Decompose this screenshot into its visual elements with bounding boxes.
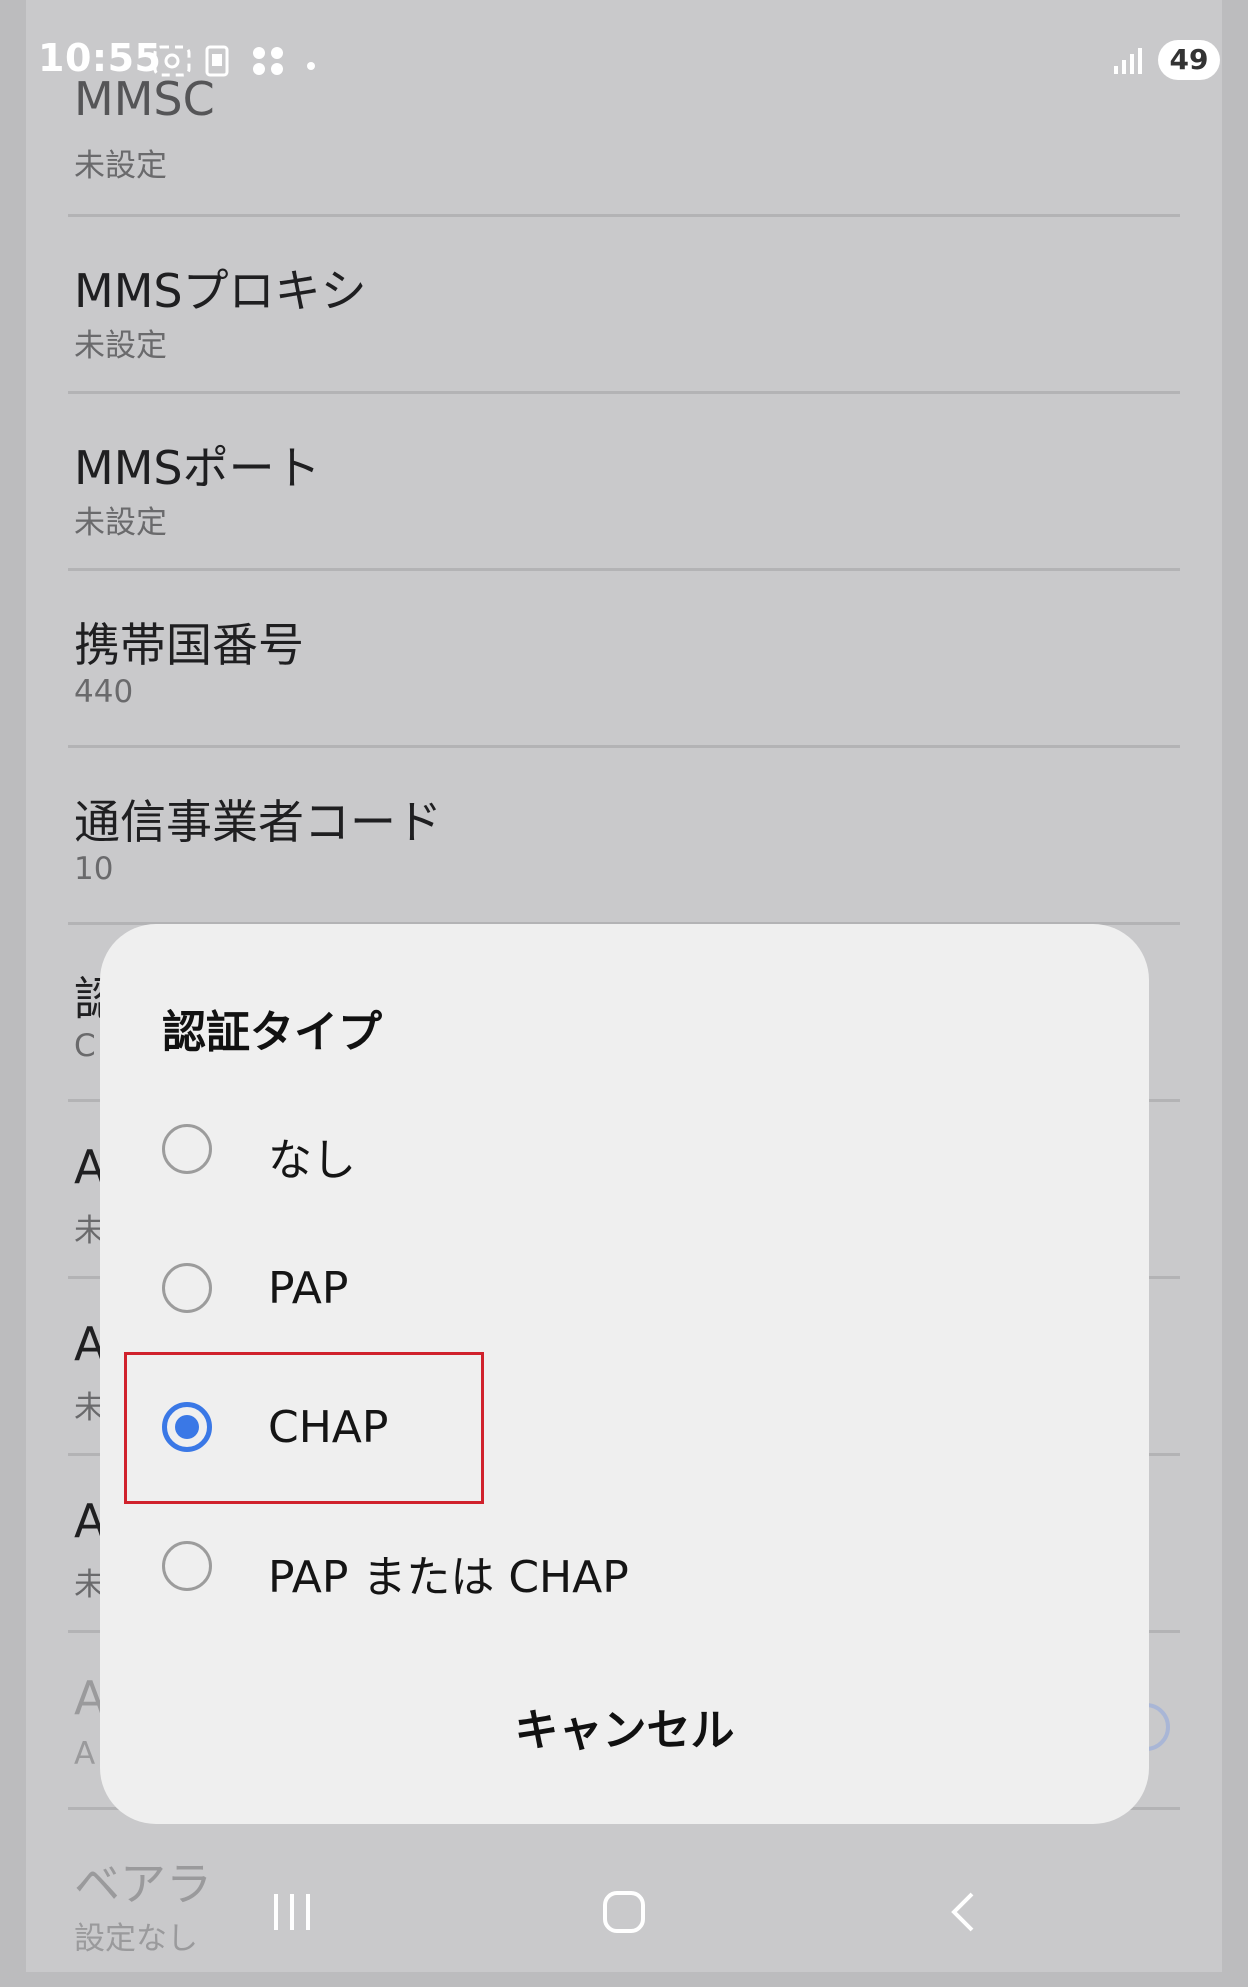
- option-pap[interactable]: PAP: [100, 1227, 1149, 1347]
- back-icon[interactable]: [940, 1888, 988, 1940]
- list-item[interactable]: 通信事業者コード 10: [68, 748, 1180, 925]
- radio-button[interactable]: [162, 1541, 212, 1591]
- list-item-value: 未設定: [74, 148, 167, 184]
- option-pap-or-chap[interactable]: PAP または CHAP: [100, 1505, 1149, 1625]
- list-item-value: A: [74, 1736, 96, 1772]
- home-icon[interactable]: [600, 1888, 648, 1940]
- list-item-title: 携帯国番号: [74, 618, 304, 672]
- option-label: PAP: [268, 1263, 349, 1314]
- list-item[interactable]: MMSC 未設定: [68, 40, 1180, 217]
- list-item-value: 未設定: [74, 328, 167, 364]
- dialog-title: 認証タイプ: [162, 1007, 382, 1058]
- option-label: PAP または CHAP: [268, 1552, 629, 1603]
- list-item-title: 通信事業者コード: [74, 795, 442, 849]
- highlight-box: [124, 1352, 484, 1504]
- recent-apps-icon[interactable]: [268, 1888, 316, 1940]
- list-item-title: MMSC: [74, 72, 215, 126]
- list-item-value: 440: [74, 674, 134, 710]
- list-item[interactable]: MMSプロキシ 未設定: [68, 217, 1180, 394]
- list-item-value: C: [74, 1028, 96, 1064]
- navigation-bar: [0, 1880, 1248, 1950]
- option-label: なし: [268, 1135, 356, 1186]
- list-item-value: 10: [74, 851, 114, 887]
- list-item-value: 未設定: [74, 505, 167, 541]
- option-none[interactable]: なし: [100, 1088, 1149, 1208]
- list-item[interactable]: MMSポート 未設定: [68, 394, 1180, 571]
- radio-button[interactable]: [162, 1124, 212, 1174]
- list-item-title: MMSプロキシ: [74, 264, 367, 318]
- list-item[interactable]: 携帯国番号 440: [68, 571, 1180, 748]
- list-item-title: MMSポート: [74, 441, 321, 495]
- cancel-button[interactable]: キャンセル: [100, 1694, 1149, 1758]
- radio-button[interactable]: [162, 1263, 212, 1313]
